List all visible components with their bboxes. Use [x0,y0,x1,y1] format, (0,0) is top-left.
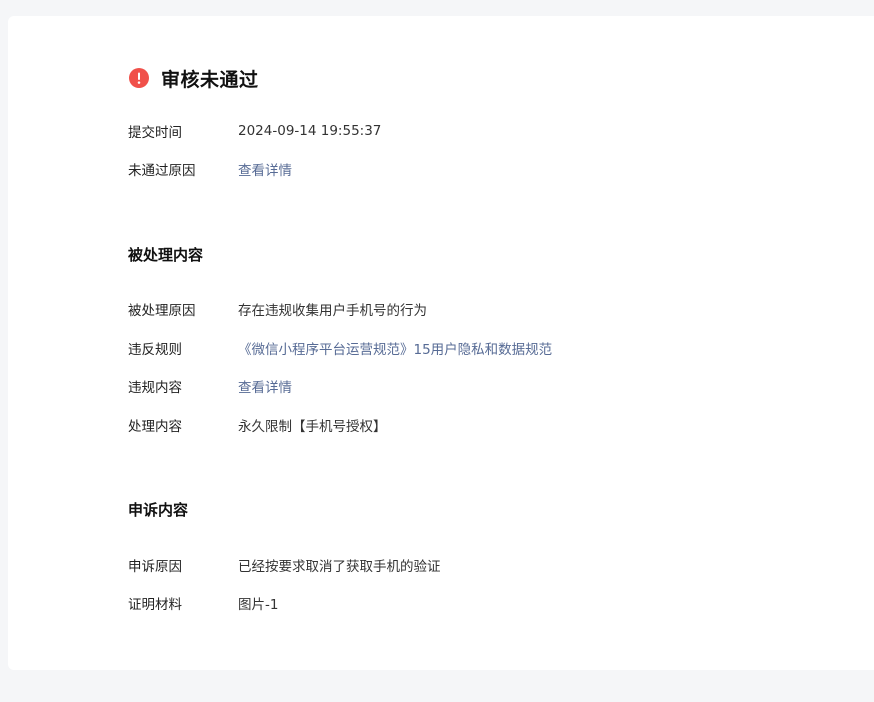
violated-rule-row: 违反规则 《微信小程序平台运营规范》15用户隐私和数据规范 [128,338,552,358]
review-status-header: 审核未通过 [129,66,259,91]
violated-rule-label: 违反规则 [128,342,182,358]
review-status-title: 审核未通过 [161,68,259,91]
violation-content-label: 违规内容 [128,380,182,396]
violated-rule-link[interactable]: 《微信小程序平台运营规范》15用户隐私和数据规范 [238,338,552,358]
handling-action-row: 处理内容 永久限制【手机号授权】 [128,415,387,435]
handled-section-title: 被处理内容 [128,245,204,264]
submit-time-label: 提交时间 [128,125,182,141]
handled-reason-label: 被处理原因 [128,303,196,319]
appeal-reason-label: 申诉原因 [128,559,182,575]
reject-reason-details-link[interactable]: 查看详情 [238,159,292,179]
handled-reason-value: 存在违规收集用户手机号的行为 [238,303,427,319]
handled-reason-row: 被处理原因 存在违规收集用户手机号的行为 [128,299,427,319]
appeal-reason-value: 已经按要求取消了获取手机的验证 [238,559,441,575]
reject-reason-label: 未通过原因 [128,163,196,179]
submit-time-value: 2024-09-14 19:55:37 [238,123,382,139]
review-result-card: 审核未通过 提交时间 2024-09-14 19:55:37 未通过原因 查看详… [8,16,874,670]
handling-action-label: 处理内容 [128,419,182,435]
appeal-reason-row: 申诉原因 已经按要求取消了获取手机的验证 [128,555,441,575]
appeal-section-title: 申诉内容 [128,500,189,519]
submit-time-row: 提交时间 2024-09-14 19:55:37 [128,121,381,141]
error-icon [129,68,149,88]
proof-material-label: 证明材料 [128,597,182,613]
handling-action-value: 永久限制【手机号授权】 [238,419,387,435]
reject-reason-row: 未通过原因 查看详情 [128,159,292,179]
violation-content-details-link[interactable]: 查看详情 [238,376,292,396]
violation-content-row: 违规内容 查看详情 [128,376,292,396]
proof-material-row: 证明材料 图片-1 [128,593,278,613]
proof-material-value[interactable]: 图片-1 [238,593,278,613]
